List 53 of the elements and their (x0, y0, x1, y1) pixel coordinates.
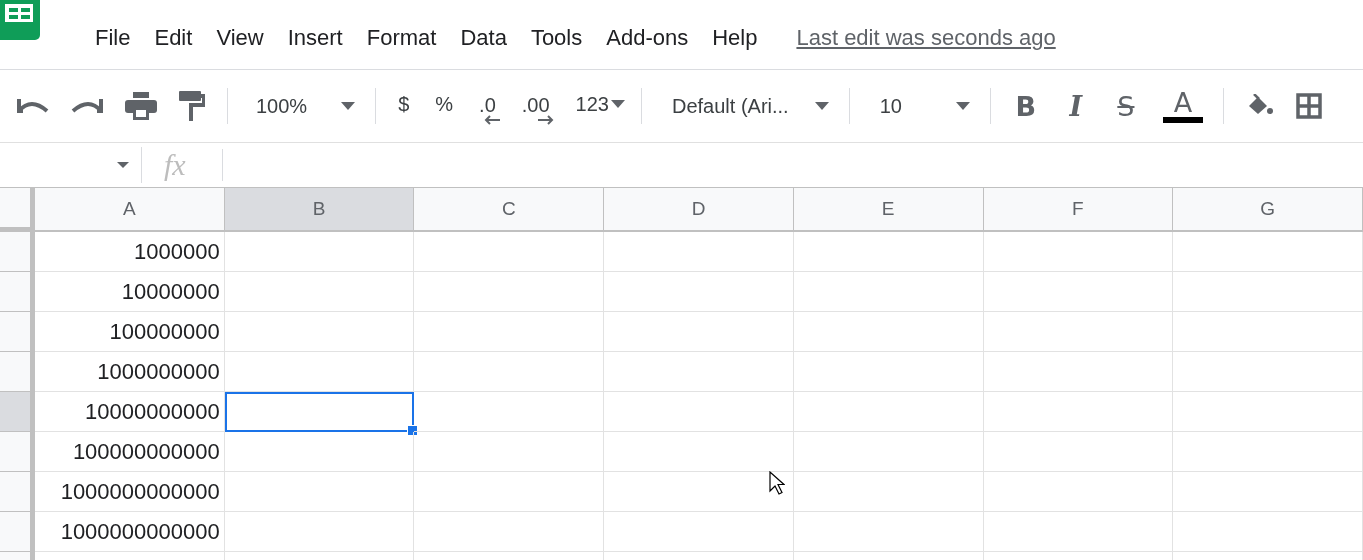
table-cell: 100000000 (35, 312, 225, 352)
menu-item[interactable]: Insert (275, 25, 355, 51)
table-cell: 10000000000 (35, 392, 225, 432)
undo-icon[interactable] (17, 97, 49, 115)
font-dropdown[interactable]: Default (Ari... (671, 94, 789, 118)
sheets-logo-icon[interactable] (0, 0, 40, 40)
fx-label: fx (164, 148, 187, 182)
caret-icon[interactable] (117, 162, 129, 168)
menu-item[interactable]: Add-ons (594, 25, 701, 51)
caret-icon[interactable] (955, 102, 970, 110)
menu-item[interactable]: Edit (142, 25, 205, 51)
currency-format-button[interactable]: $ (398, 92, 410, 120)
menu-item[interactable]: Help (700, 25, 770, 51)
text-color-button[interactable]: A (1162, 89, 1203, 123)
more-formats-dropdown[interactable]: 123 (575, 92, 625, 120)
last-edit-link[interactable]: Last edit was seconds ago (796, 25, 1056, 51)
caret-icon[interactable] (341, 102, 356, 110)
column-header[interactable]: E (793, 188, 984, 232)
menu-item[interactable]: File (83, 25, 143, 51)
menu-item[interactable]: Tools (518, 25, 595, 51)
italic-button[interactable]: I (1062, 90, 1089, 122)
menu-item[interactable]: Format (354, 25, 449, 51)
table-cell: 100000000000 (35, 432, 225, 472)
column-header[interactable]: G (1173, 188, 1363, 232)
redo-icon[interactable] (71, 97, 103, 115)
mouse-pointer-icon (769, 471, 785, 495)
column-header[interactable]: A (35, 188, 225, 232)
zoom-dropdown[interactable]: 100% (256, 94, 308, 118)
print-icon[interactable] (125, 92, 157, 120)
table-cell: 1000000 (35, 232, 225, 272)
strikethrough-button[interactable]: S (1112, 90, 1139, 122)
percent-format-button[interactable]: % (435, 92, 454, 120)
paint-format-icon[interactable] (179, 91, 205, 121)
caret-icon[interactable] (814, 102, 829, 110)
fill-handle[interactable] (407, 425, 419, 436)
column-header[interactable]: B (224, 188, 415, 232)
column-header[interactable]: D (604, 188, 794, 232)
increase-decimals-button[interactable]: .00 (521, 95, 550, 129)
decrease-decimals-button[interactable]: .0 (479, 95, 496, 129)
font-size-dropdown[interactable]: 10 (879, 94, 902, 118)
column-header[interactable]: C (414, 188, 605, 232)
caret-icon (610, 100, 625, 108)
table-cell: 1000000000000 (35, 472, 225, 512)
table-cell: 10000000 (35, 272, 225, 312)
column-header[interactable]: F (983, 188, 1174, 232)
menu-item[interactable]: Data (448, 25, 519, 51)
menu-item[interactable]: View (204, 25, 276, 51)
table-cell: 1000000000000 (35, 512, 225, 552)
bold-button[interactable]: B (1012, 90, 1039, 122)
left-arrow-icon (483, 115, 500, 125)
right-arrow-icon (537, 115, 554, 125)
table-cell: 1000000000 (35, 352, 225, 392)
borders-icon[interactable] (1295, 93, 1322, 119)
